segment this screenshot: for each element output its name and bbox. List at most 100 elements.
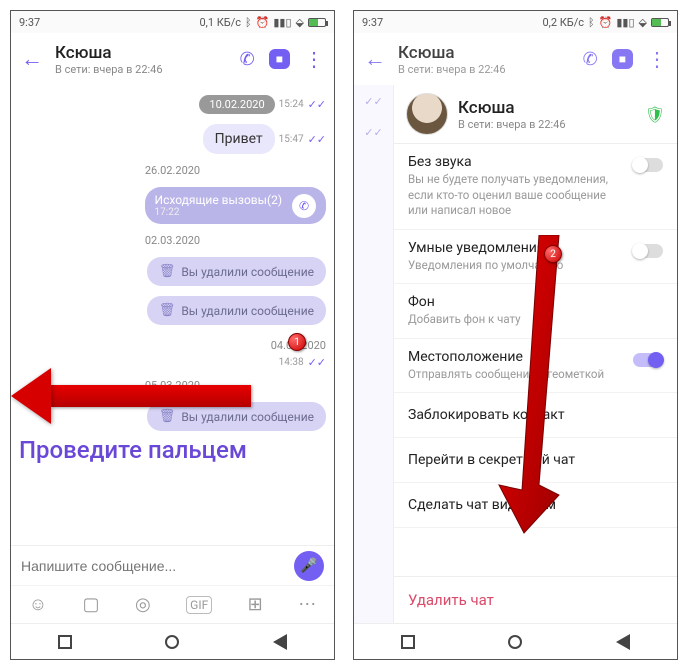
- sheet-container: ✓✓ ✓✓ Ксюша В сети: вчера в 22:46 🛡 Без …: [354, 85, 677, 623]
- sticker-icon[interactable]: ☺: [29, 594, 47, 615]
- step-marker-1: 1: [288, 333, 306, 351]
- toggle-mute[interactable]: [633, 158, 663, 172]
- date-label: 26.02.2020: [145, 164, 200, 177]
- deleted-message: 🗑 Вы удалили сообщение: [147, 402, 326, 431]
- camera-icon[interactable]: ◎: [135, 594, 151, 615]
- more-apps-icon[interactable]: ⊞: [248, 594, 263, 615]
- battery-icon: [651, 18, 669, 27]
- chat-settings-sheet: Ксюша В сети: вчера в 22:46 🛡 Без звука …: [394, 85, 677, 623]
- setting-mute[interactable]: Без звука Вы не будете получать уведомле…: [394, 144, 677, 230]
- nav-recents-icon[interactable]: [58, 635, 72, 649]
- video-call-icon[interactable]: ■: [269, 49, 290, 69]
- call-icon[interactable]: ✆: [583, 49, 598, 70]
- alarm-icon: ⏰: [599, 17, 613, 28]
- wifi-icon: ⬙: [639, 17, 647, 28]
- nav-back-icon[interactable]: [616, 634, 630, 650]
- link-make-visible[interactable]: Сделать чат видимым: [394, 483, 677, 528]
- chat-header: ← Ксюша В сети: вчера в 22:46 ✆ ■ ⋮: [354, 33, 677, 85]
- time-label: 15:24: [279, 99, 304, 110]
- message-input-bar: 🎤: [11, 545, 334, 585]
- back-icon[interactable]: ←: [21, 46, 43, 72]
- link-delete-chat[interactable]: Удалить чат: [394, 576, 677, 623]
- video-call-icon[interactable]: ■: [612, 49, 633, 69]
- wifi-icon: ⬙: [296, 17, 304, 28]
- deleted-message: 🗑 Вы удалили сообщение: [147, 296, 326, 325]
- time-label: 14:38: [279, 357, 304, 368]
- nav-recents-icon[interactable]: [401, 635, 415, 649]
- contact-name: Ксюша: [55, 43, 228, 63]
- outgoing-call-bubble[interactable]: Исходящие вызовы(2) 17:22 ✆: [145, 187, 326, 224]
- status-time: 9:37: [19, 16, 40, 29]
- more-icon[interactable]: ⋮: [304, 47, 324, 71]
- profile-row[interactable]: Ксюша В сети: вчера в 22:46 🛡: [394, 85, 677, 143]
- read-checks-icon: ✓✓: [308, 356, 326, 369]
- battery-icon: [308, 18, 326, 27]
- tools-row: ☺ ▢ ◎ GIF ⊞ ⋯: [11, 585, 334, 623]
- read-checks-icon: ✓✓: [308, 98, 326, 111]
- contact-name: Ксюша: [398, 43, 571, 63]
- trash-icon: 🗑: [159, 303, 176, 318]
- message-bubble[interactable]: Привет: [203, 124, 275, 154]
- nav-back-icon[interactable]: [273, 634, 287, 650]
- status-bar: 9:37 0,1 КБ/с ᛒ ⏰ ▮▮▯ ⬙: [11, 11, 334, 33]
- status-icons: 0,2 КБ/с ᛒ ⏰ ▮▮▯ ⬙: [542, 16, 669, 29]
- status-icons: 0,1 КБ/с ᛒ ⏰ ▮▮▯ ⬙: [199, 16, 326, 29]
- message-input[interactable]: [21, 558, 284, 574]
- trash-icon: 🗑: [159, 409, 176, 424]
- bluetooth-icon: ᛒ: [245, 17, 252, 28]
- call-icon[interactable]: ✆: [240, 49, 255, 70]
- phone-icon[interactable]: ✆: [292, 194, 316, 218]
- chat-body[interactable]: 10.02.2020 15:24 ✓✓ Привет 15:47 ✓✓ 26.0…: [11, 85, 334, 545]
- date-label: 02.03.2020: [145, 234, 200, 247]
- net-speed: 0,2 КБ/с: [542, 16, 584, 29]
- toggle-location[interactable]: [633, 353, 663, 367]
- shield-icon: 🛡: [645, 105, 665, 124]
- setting-title: Местоположение: [408, 349, 623, 365]
- time-label: 15:47: [279, 134, 304, 145]
- bluetooth-icon: ᛒ: [588, 17, 595, 28]
- setting-sub: Уведомления по умолчанию: [408, 258, 623, 274]
- contact-status: В сети: вчера в 22:46: [55, 63, 228, 76]
- gallery-icon[interactable]: ▢: [83, 594, 100, 615]
- mic-button[interactable]: 🎤: [294, 551, 324, 581]
- setting-smart-notify[interactable]: Умные уведомления Уведомления по умолчан…: [394, 230, 677, 285]
- setting-location[interactable]: Местоположение Отправлять сообщения с ге…: [394, 339, 677, 394]
- nav-home-icon[interactable]: [165, 635, 179, 649]
- signal-icon: ▮▮▯: [616, 17, 634, 28]
- link-secret-chat[interactable]: Перейти в секретный чат: [394, 438, 677, 483]
- chat-title[interactable]: Ксюша В сети: вчера в 22:46: [55, 43, 228, 76]
- profile-status: В сети: вчера в 22:46: [458, 118, 635, 131]
- setting-sub: Отправлять сообщения с геометкой: [408, 367, 623, 383]
- nav-bar: [354, 623, 677, 659]
- date-label: 05.03.2020: [145, 379, 200, 392]
- deleted-message: 🗑 Вы удалили сообщение: [147, 257, 326, 286]
- phone-right: 9:37 0,2 КБ/с ᛒ ⏰ ▮▮▯ ⬙ ← Ксюша В сети: …: [353, 10, 678, 660]
- avatar[interactable]: [406, 93, 448, 135]
- toggle-smart[interactable]: [633, 244, 663, 258]
- date-pill: 10.02.2020: [199, 95, 274, 114]
- setting-sub: Добавить фон к чату: [408, 312, 663, 328]
- extra-icon[interactable]: ⋯: [298, 594, 316, 615]
- status-bar: 9:37 0,2 КБ/с ᛒ ⏰ ▮▮▯ ⬙: [354, 11, 677, 33]
- gif-icon[interactable]: GIF: [186, 596, 212, 614]
- trash-icon: 🗑: [159, 264, 176, 279]
- setting-sub: Вы не будете получать уведомления, если …: [408, 172, 623, 219]
- chat-header: ← Ксюша В сети: вчера в 22:46 ✆ ■ ⋮: [11, 33, 334, 85]
- read-checks-icon: ✓✓: [308, 133, 326, 146]
- call-label: Исходящие вызовы(2): [155, 193, 282, 207]
- chat-title[interactable]: Ксюша В сети: вчера в 22:46: [398, 43, 571, 76]
- contact-status: В сети: вчера в 22:46: [398, 63, 571, 76]
- read-checks-icon: ✓✓: [364, 95, 382, 108]
- signal-icon: ▮▮▯: [273, 17, 291, 28]
- setting-title: Без звука: [408, 154, 623, 170]
- call-time: 17:22: [155, 207, 180, 218]
- step-marker-2: 2: [544, 245, 562, 263]
- link-block-contact[interactable]: Заблокировать контакт: [394, 393, 677, 438]
- back-icon[interactable]: ←: [364, 46, 386, 72]
- alarm-icon: ⏰: [256, 17, 270, 28]
- setting-title: Умные уведомления: [408, 240, 623, 256]
- profile-name: Ксюша: [458, 98, 635, 118]
- nav-home-icon[interactable]: [508, 635, 522, 649]
- setting-background[interactable]: Фон Добавить фон к чату: [394, 284, 677, 339]
- more-icon[interactable]: ⋮: [647, 47, 667, 71]
